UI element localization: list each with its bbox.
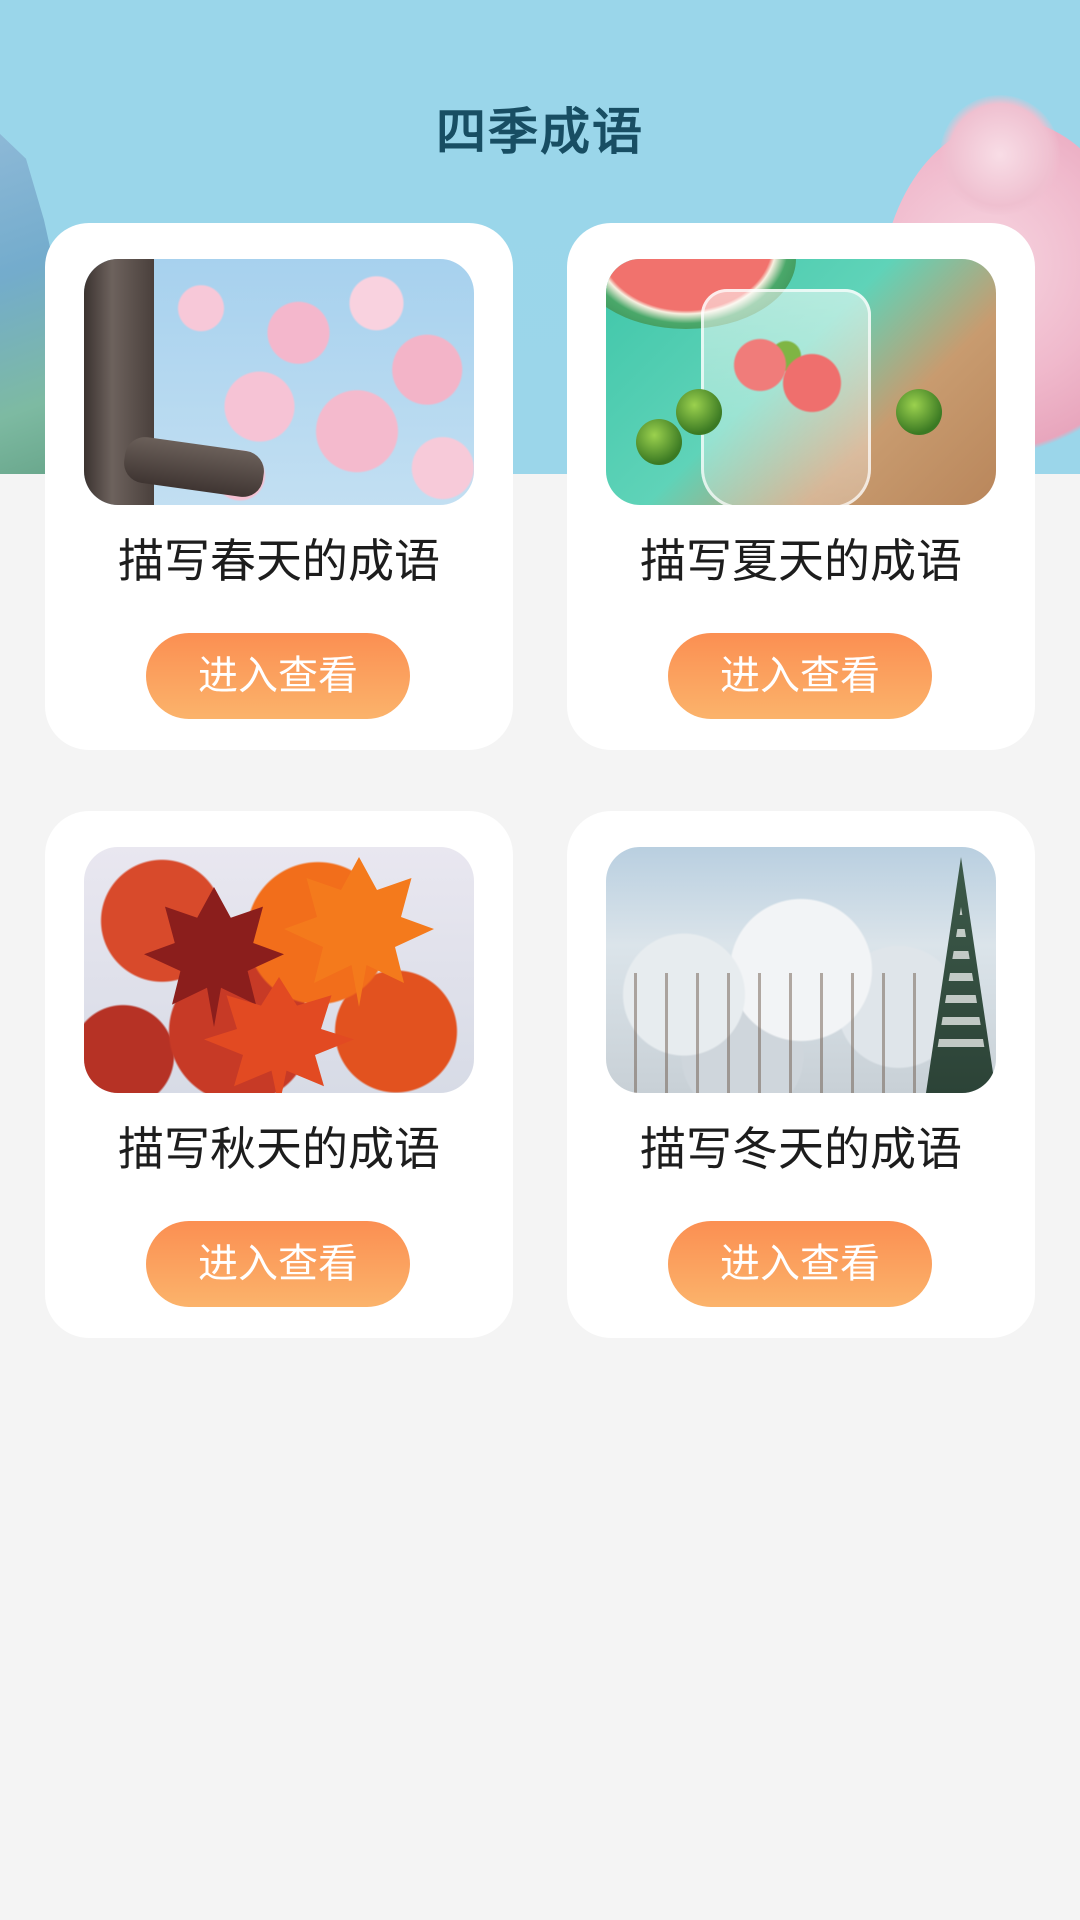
winter-snow-image (606, 847, 996, 1093)
view-button[interactable]: 进入查看 (668, 1221, 932, 1307)
season-card-autumn: 描写秋天的成语 进入查看 (45, 811, 513, 1338)
view-button[interactable]: 进入查看 (146, 633, 410, 719)
autumn-maple-image (84, 847, 474, 1093)
card-title: 描写冬天的成语 (640, 1122, 962, 1176)
season-card-winter: 描写冬天的成语 进入查看 (567, 811, 1035, 1338)
season-card-spring: 描写春天的成语 进入查看 (45, 223, 513, 750)
summer-drink-image (606, 259, 996, 505)
card-title: 描写秋天的成语 (118, 1122, 440, 1176)
season-card-summer: 描写夏天的成语 进入查看 (567, 223, 1035, 750)
card-title: 描写春天的成语 (118, 534, 440, 588)
card-title: 描写夏天的成语 (640, 534, 962, 588)
view-button[interactable]: 进入查看 (668, 633, 932, 719)
spring-blossom-image (84, 259, 474, 505)
page-title: 四季成语 (436, 103, 644, 161)
view-button[interactable]: 进入查看 (146, 1221, 410, 1307)
